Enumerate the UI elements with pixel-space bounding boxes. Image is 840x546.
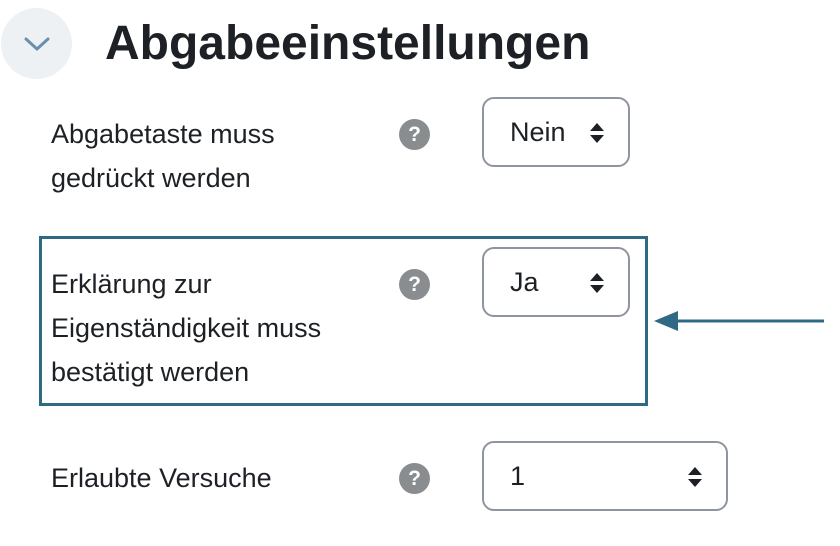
field-label-line: Abgabetaste muss (51, 119, 275, 149)
field-label-line: bestätigt werden (51, 357, 250, 387)
field-label-line: Erklärung zur (51, 269, 212, 299)
field-label: Erklärung zur Eigenständigkeit muss best… (51, 262, 381, 394)
help-icon-glyph: ? (408, 273, 421, 296)
callout-arrow-icon (654, 311, 824, 331)
field-label-line: gedrückt werden (51, 163, 251, 193)
sort-caret-icon (688, 467, 702, 487)
submit-button-required-select[interactable]: Nein (482, 97, 630, 167)
select-value: Ja (510, 267, 539, 297)
select-value: Nein (510, 117, 566, 147)
field-label-line: Eigenständigkeit muss (51, 313, 322, 343)
help-icon[interactable]: ? (399, 119, 430, 150)
field-label-line: Erlaubte Versuche (51, 463, 272, 493)
field-label: Abgabetaste muss gedrückt werden (51, 112, 381, 200)
quiz-settings-panel: Abgabeeinstellungen Abgabetaste muss ged… (0, 0, 840, 546)
sort-caret-icon (590, 273, 604, 293)
select-value: 1 (510, 461, 526, 491)
help-icon-glyph: ? (408, 123, 421, 146)
chevron-down-icon (24, 37, 49, 50)
section-title: Abgabeeinstellungen (105, 17, 591, 70)
help-icon-glyph: ? (408, 467, 421, 490)
attempts-allowed-select[interactable]: 1 (482, 441, 728, 511)
field-label: Erlaubte Versuche (51, 456, 381, 500)
sort-caret-icon (590, 123, 604, 143)
help-icon[interactable]: ? (399, 269, 430, 300)
declaration-required-select[interactable]: Ja (482, 247, 630, 317)
collapse-section-button[interactable] (1, 8, 72, 79)
help-icon[interactable]: ? (399, 463, 430, 494)
